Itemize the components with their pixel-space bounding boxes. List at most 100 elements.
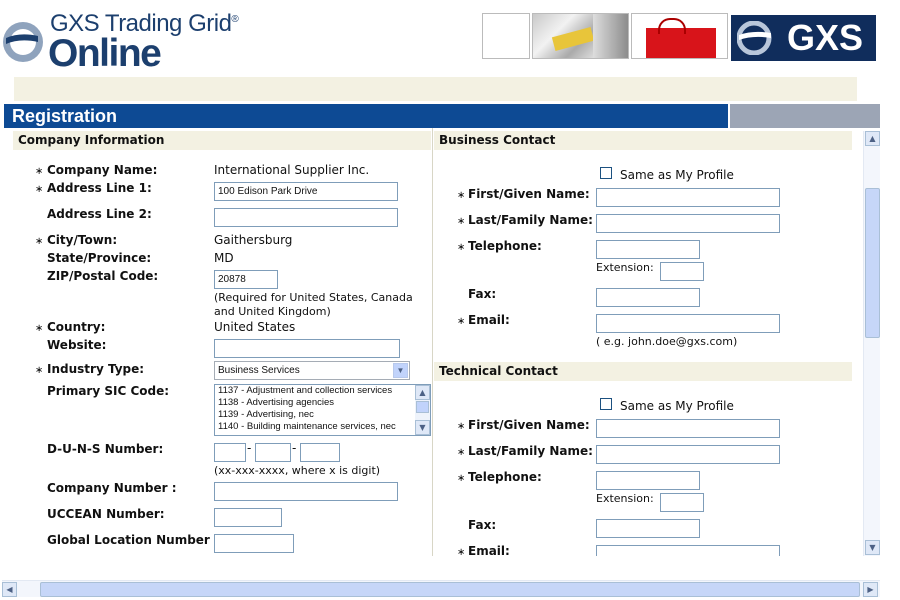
column-divider	[432, 128, 433, 556]
duns-separator: -	[247, 441, 252, 455]
required-marker: ∗	[35, 236, 44, 247]
technical-fax-label: Fax:	[468, 518, 497, 532]
duns-part2-input[interactable]	[255, 443, 291, 462]
technical-first-name-input[interactable]	[596, 419, 780, 438]
gxs-brand-icon	[737, 21, 772, 55]
zip-label: ZIP/Postal Code:	[47, 269, 159, 283]
gxs-brand-banner: GXS	[731, 15, 876, 61]
industry-select-value: Business Services	[218, 365, 300, 376]
header-image-blank	[482, 13, 530, 59]
state-value: MD	[214, 251, 234, 265]
gln-label: Global Location Number :	[47, 533, 219, 547]
vertical-scrollbar[interactable]: ▲ ▼	[863, 131, 880, 556]
required-marker: ∗	[35, 323, 44, 334]
company-name-label: Company Name:	[47, 163, 158, 177]
address2-label: Address Line 2:	[47, 207, 152, 221]
state-label: State/Province:	[47, 251, 152, 265]
technical-contact-header: Technical Contact	[434, 362, 852, 381]
gxs-logo-mark	[3, 22, 43, 62]
uccean-label: UCCEAN Number:	[47, 507, 165, 521]
gxs-brand-text: GXS	[787, 17, 864, 58]
title-bar-filler	[730, 104, 880, 128]
vertical-scroll-thumb[interactable]	[865, 188, 880, 338]
gln-input[interactable]	[214, 534, 294, 553]
duns-part3-input[interactable]	[300, 443, 340, 462]
header-bar	[14, 77, 857, 101]
technical-last-name-input[interactable]	[596, 445, 780, 464]
technical-extension-label: Extension:	[596, 492, 654, 505]
technical-email-input[interactable]	[596, 545, 780, 556]
required-marker: ∗	[457, 190, 466, 201]
required-marker: ∗	[457, 216, 466, 227]
scroll-up-icon[interactable]: ▲	[865, 131, 880, 146]
uccean-input[interactable]	[214, 508, 282, 527]
company-info-header: Company Information	[13, 131, 431, 150]
logo-subtitle: Online	[48, 32, 162, 75]
city-value: Gaithersburg	[214, 233, 293, 247]
technical-telephone-label: Telephone:	[468, 470, 542, 484]
list-item[interactable]: 1137 - Adjustment and collection service…	[218, 385, 430, 397]
scroll-down-icon[interactable]: ▼	[865, 540, 880, 555]
business-fax-input[interactable]	[596, 288, 700, 307]
business-first-name-input[interactable]	[596, 188, 780, 207]
technical-telephone-input[interactable]	[596, 471, 700, 490]
business-extension-label: Extension:	[596, 261, 654, 274]
scroll-up-icon[interactable]: ▲	[415, 385, 430, 400]
business-last-name-input[interactable]	[596, 214, 780, 233]
duns-note: (xx-xxx-xxxx, where x is digit)	[214, 464, 381, 477]
zip-note: (Required for United States, Canada and …	[214, 291, 413, 318]
duns-separator: -	[292, 441, 297, 455]
required-marker: ∗	[457, 316, 466, 327]
business-telephone-label: Telephone:	[468, 239, 542, 253]
technical-same-as-profile-checkbox[interactable]	[600, 398, 612, 410]
list-item[interactable]: 1138 - Advertising agencies	[218, 397, 430, 409]
required-marker: ∗	[457, 547, 466, 556]
address1-input[interactable]: 100 Edison Park Drive	[214, 182, 398, 201]
sic-listbox[interactable]: 1137 - Adjustment and collection service…	[214, 384, 431, 436]
list-item[interactable]: 1140 - Building maintenance services, ne…	[218, 421, 430, 433]
company-name-value: International Supplier Inc.	[214, 163, 370, 177]
business-extension-input[interactable]	[660, 262, 704, 281]
required-marker: ∗	[35, 184, 44, 195]
sic-scrollbar[interactable]: ▲ ▼	[415, 385, 430, 435]
business-same-as-profile-checkbox[interactable]	[600, 167, 612, 179]
address1-label: Address Line 1:	[47, 181, 152, 195]
country-value: United States	[214, 320, 296, 334]
required-marker: ∗	[457, 242, 466, 253]
scroll-left-icon[interactable]: ◀	[2, 582, 17, 597]
scroll-right-icon[interactable]: ▶	[863, 582, 878, 597]
horizontal-scrollbar[interactable]: ◀ ▶	[2, 580, 880, 597]
scroll-down-icon[interactable]: ▼	[415, 420, 430, 435]
technical-extension-input[interactable]	[660, 493, 704, 512]
website-input[interactable]	[214, 339, 400, 358]
form-scroll-area: Company Information ∗ Company Name: Inte…	[4, 128, 863, 556]
business-same-as-profile-label: Same as My Profile	[620, 168, 734, 182]
industry-label: Industry Type:	[47, 362, 145, 376]
scroll-thumb[interactable]	[416, 401, 429, 413]
business-email-input[interactable]	[596, 314, 780, 333]
business-email-hint: ( e.g. john.doe@gxs.com)	[596, 335, 738, 348]
required-marker: ∗	[457, 473, 466, 484]
technical-first-name-label: First/Given Name:	[468, 418, 590, 432]
required-marker: ∗	[457, 447, 466, 458]
address2-input[interactable]	[214, 208, 398, 227]
required-marker: ∗	[457, 421, 466, 432]
business-email-label: Email:	[468, 313, 510, 327]
technical-fax-input[interactable]	[596, 519, 700, 538]
list-item[interactable]: 1139 - Advertising, nec	[218, 409, 430, 421]
horizontal-scroll-thumb[interactable]	[40, 582, 860, 597]
sic-label: Primary SIC Code:	[47, 384, 170, 398]
technical-last-name-label: Last/Family Name:	[468, 444, 593, 458]
business-telephone-input[interactable]	[596, 240, 700, 259]
page-title: Registration	[4, 104, 728, 128]
zip-input[interactable]: 20878	[214, 270, 278, 289]
company-number-input[interactable]	[214, 482, 398, 501]
chevron-down-icon[interactable]: ▼	[393, 363, 408, 378]
header-image-shopping-bag	[631, 13, 728, 59]
company-number-label: Company Number :	[47, 481, 177, 495]
business-contact-header: Business Contact	[434, 131, 852, 150]
duns-part1-input[interactable]	[214, 443, 246, 462]
business-first-name-label: First/Given Name:	[468, 187, 590, 201]
duns-label: D-U-N-S Number:	[47, 442, 164, 456]
industry-select[interactable]: Business Services ▼	[214, 361, 410, 380]
